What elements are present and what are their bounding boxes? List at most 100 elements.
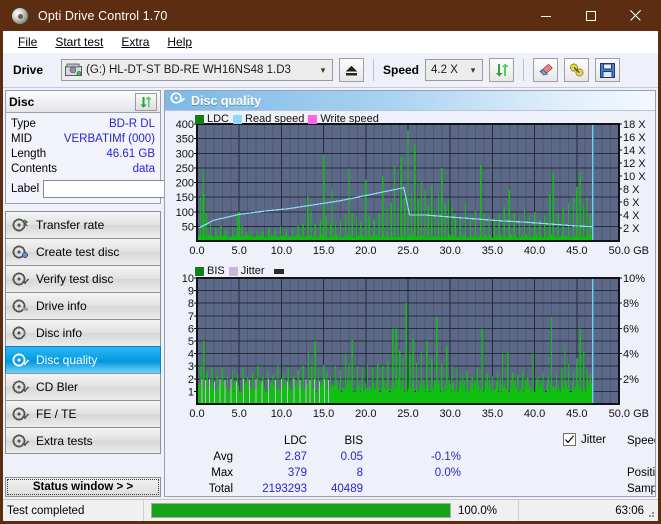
refresh-button[interactable] [489, 58, 515, 82]
disc-length-label: Length [11, 147, 47, 160]
legend-label-jitter: Jitter [240, 265, 265, 277]
svg-text:100: 100 [176, 207, 194, 219]
svg-text:6 X: 6 X [623, 197, 640, 209]
ldc-chart-legend: LDC Read speed Write speed [195, 113, 379, 125]
drive-toolbar: Drive (G:) HL-DT-ST BD-RE WH16NS48 1.D3 … [3, 53, 658, 88]
svg-text:16 X: 16 X [623, 132, 646, 144]
jitter-checkbox[interactable] [563, 433, 576, 446]
svg-text:10.0: 10.0 [271, 245, 292, 257]
window-controls [523, 0, 658, 31]
disc-mid-value: VERBATIMf (000) [63, 132, 155, 145]
sidebar-item-fe-te[interactable]: FE / TE [5, 400, 161, 427]
svg-text:15.0: 15.0 [313, 408, 334, 420]
maximize-icon[interactable] [568, 0, 613, 31]
legend-read-speed: Read speed [233, 113, 304, 125]
speed-stat-label: Speed [627, 435, 655, 447]
svg-text:50: 50 [182, 221, 194, 233]
disc-quality-icon [170, 91, 185, 110]
disc-panel-title: Disc [9, 94, 35, 109]
disc-type-label: Type [11, 117, 36, 130]
sidebar-label: Extra tests [36, 433, 93, 448]
jitter-checkbox-group[interactable]: Jitter [563, 433, 606, 446]
close-icon[interactable] [613, 0, 658, 31]
svg-text:30.0: 30.0 [439, 408, 460, 420]
app-disc-icon [11, 6, 29, 25]
save-icon [600, 62, 616, 78]
check-icon [565, 435, 575, 444]
svg-text:4%: 4% [623, 349, 639, 361]
save-button[interactable] [595, 58, 621, 82]
resize-grip-icon[interactable] [645, 508, 655, 518]
disc-row-contents: Contents data [11, 161, 155, 176]
jitter-checkbox-label: Jitter [581, 433, 606, 446]
ldc-chart-svg: 501001502002503003504002 X4 X6 X8 X10 X1… [176, 119, 649, 257]
tools-icon [569, 63, 583, 77]
sidebar-item-extra-tests[interactable]: Extra tests [5, 427, 161, 454]
status-window-button[interactable]: Status window > > [5, 477, 161, 497]
sidebar-item-cd-bler[interactable]: CD Bler [5, 373, 161, 400]
disc-info-rows: Type BD-R DL MID VERBATIMf (000) Length … [6, 113, 252, 203]
svg-text:150: 150 [176, 192, 194, 204]
toolbar-divider-2 [523, 59, 525, 81]
disc-contents-label: Contents [11, 162, 58, 175]
sidebar-item-verify-test-disc[interactable]: Verify test disc [5, 265, 161, 292]
stat-samples: Samples 759365 [627, 481, 655, 496]
eject-button[interactable] [339, 58, 364, 82]
sidebar-item-disc-info[interactable]: Disc info [5, 319, 161, 346]
menu-file[interactable]: File [9, 33, 46, 51]
stat-position: Position 47731 MB [627, 465, 655, 481]
title-bar: Opti Drive Control 1.70 [3, 0, 658, 31]
svg-text:35.0: 35.0 [482, 408, 503, 420]
sidebar-label: Disc quality [36, 353, 98, 367]
sidebar-item-create-test-disc[interactable]: Create test disc [5, 238, 161, 265]
progress-percent: 100.0% [458, 504, 498, 517]
progress-bar [151, 503, 451, 518]
svg-text:0.0: 0.0 [189, 245, 204, 257]
disc-info-icon [12, 325, 29, 341]
tools-button[interactable] [564, 58, 590, 82]
sidebar-label: Disc info [36, 326, 83, 340]
sidebar-item-drive-info[interactable]: Drive info [5, 292, 161, 319]
disc-type-value: BD-R DL [108, 117, 155, 130]
svg-text:7: 7 [188, 311, 194, 323]
svg-text:50.0 GB: 50.0 GB [609, 408, 649, 420]
menu-extra[interactable]: Extra [112, 33, 158, 51]
sidebar-item-transfer-rate[interactable]: Transfer rate [5, 211, 161, 238]
sidebar-item-disc-quality[interactable]: Disc quality [5, 346, 161, 373]
svg-text:20.0: 20.0 [355, 245, 376, 257]
drive-select[interactable]: (G:) HL-DT-ST BD-RE WH16NS48 1.D3 ▾ [61, 59, 333, 81]
speed-select[interactable]: 4.2 X ▾ [425, 59, 484, 81]
menu-help[interactable]: Help [158, 33, 201, 51]
stats-total-ldc: 2193293 [262, 483, 307, 495]
erase-button[interactable] [533, 58, 559, 82]
main-panel: Disc quality LDC Read speed Write speed … [164, 90, 656, 497]
sidebar-label: FE / TE [36, 407, 77, 421]
disc-verify-icon [12, 271, 30, 287]
svg-text:4 X: 4 X [623, 210, 640, 222]
svg-text:10: 10 [182, 273, 194, 285]
svg-text:45.0: 45.0 [566, 408, 587, 420]
svg-text:6%: 6% [623, 323, 639, 335]
legend-bis: BIS [195, 265, 225, 277]
cd-bler-icon [12, 379, 30, 395]
svg-text:250: 250 [176, 163, 194, 175]
speed-label: Speed [383, 63, 420, 77]
disc-refresh-button[interactable] [135, 92, 157, 111]
minimize-icon[interactable] [523, 0, 568, 31]
sidebar-label: Create test disc [36, 245, 120, 259]
disc-mid-label: MID [11, 132, 33, 145]
table-row: Max 379 8 0.0% [171, 465, 461, 481]
stats-max-ldc: 379 [287, 467, 307, 479]
disc-rate-icon [12, 217, 29, 233]
nav-list: Transfer rate Create test disc Verify te… [5, 211, 161, 454]
legend-swatch-ldc [195, 114, 204, 124]
svg-text:9: 9 [188, 286, 194, 298]
svg-text:200: 200 [176, 178, 194, 190]
stats-header-row: LDC BIS [171, 433, 461, 449]
chevron-down-icon: ▾ [320, 64, 326, 75]
table-row: Total 2193293 40489 [171, 481, 461, 496]
stat-spacer [627, 449, 655, 465]
svg-text:20.0: 20.0 [355, 408, 376, 420]
menu-start-test[interactable]: Start test [46, 33, 112, 51]
refresh-icon [140, 95, 152, 108]
